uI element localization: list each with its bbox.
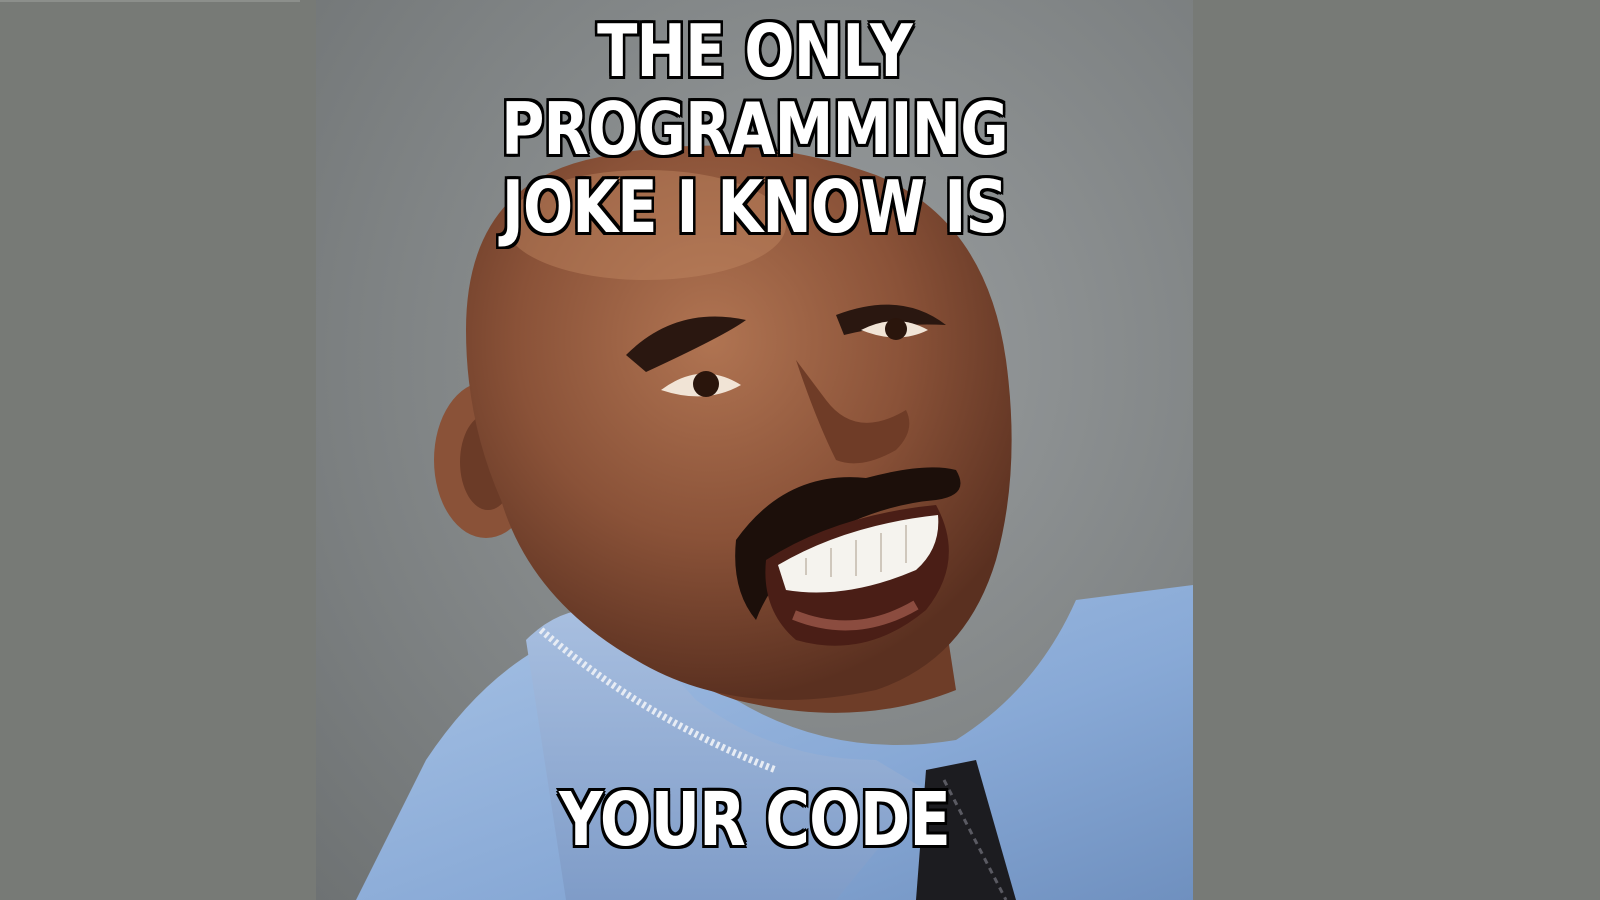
meme-caption-top: THE ONLY PROGRAMMING JOKE I KNOW IS	[395, 12, 1114, 246]
meme-image: THE ONLY PROGRAMMING JOKE I KNOW IS YOUR…	[316, 0, 1193, 900]
meme-caption-bottom: YOUR CODE	[558, 777, 951, 863]
caption-top-line1: THE ONLY PROGRAMMING	[501, 9, 1009, 171]
image-viewer: THE ONLY PROGRAMMING JOKE I KNOW IS YOUR…	[0, 0, 1600, 900]
caption-top-line2: JOKE I KNOW IS	[501, 165, 1008, 249]
top-edge-divider	[0, 0, 300, 2]
